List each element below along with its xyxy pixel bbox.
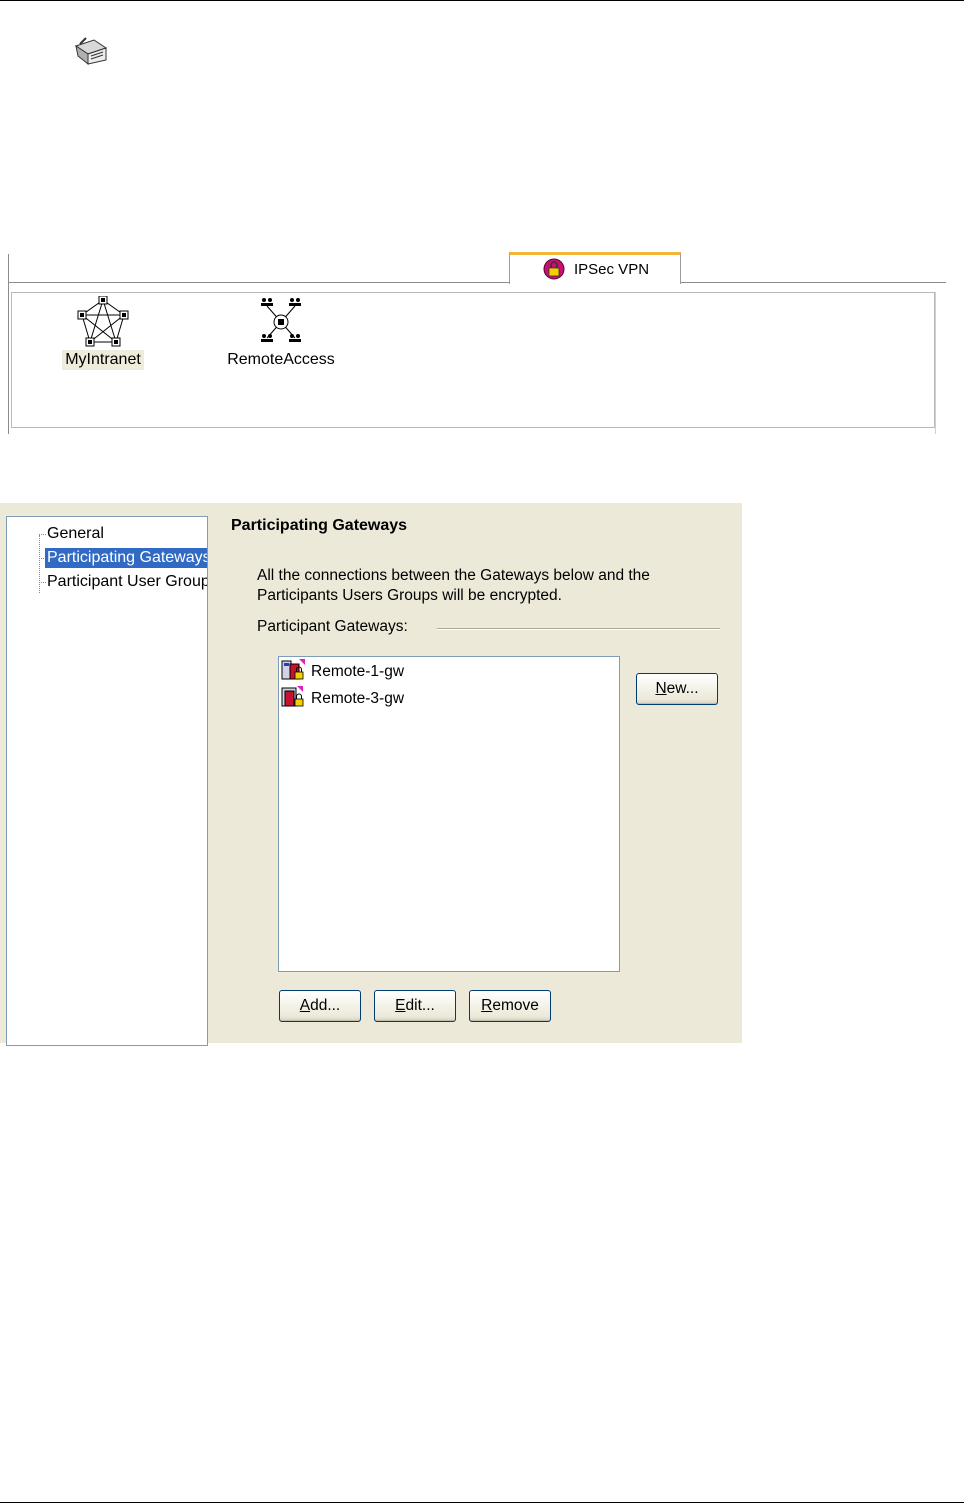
navigation-tree: General Participating Gateways Participa… (6, 516, 208, 1046)
lock-icon (543, 258, 565, 280)
community-label: RemoteAccess (227, 351, 335, 368)
note-icon (72, 36, 110, 66)
section-title: Participating Gateways (231, 517, 408, 534)
community-label: MyIntranet (62, 350, 144, 370)
mnemonic: N (655, 680, 667, 697)
gateway-name: Remote-3-gw (311, 690, 405, 707)
button-label: emove (492, 997, 539, 1014)
page-top-rule (0, 0, 964, 1)
mnemonic: E (395, 997, 406, 1014)
tree-item-participant-user-groups[interactable]: Participant User Groups (45, 572, 207, 592)
description-line: Participants Users Groups will be encryp… (257, 587, 562, 604)
add-button[interactable]: Add... (279, 990, 361, 1022)
button-label: ew... (666, 680, 699, 697)
tab-ipsec-vpn[interactable]: IPSec VPN (509, 252, 681, 284)
participant-gateways-label: Participant Gateways: (257, 618, 408, 635)
gateway-name: Remote-1-gw (311, 663, 405, 680)
button-label: dd... (310, 997, 341, 1014)
description-line: All the connections between the Gateways… (257, 567, 650, 584)
tab-strip-line (8, 282, 510, 283)
mesh-community-icon (58, 296, 148, 348)
tree-item-participating-gateways[interactable]: Participating Gateways (45, 548, 207, 568)
new-button[interactable]: New... (636, 673, 718, 705)
gateways-list[interactable]: Remote-1-gw Remote-3-gw (278, 656, 620, 972)
remote-access-community-icon (222, 296, 340, 348)
gateway-cluster-icon (281, 658, 311, 686)
communities-panel (11, 292, 935, 428)
list-item-remote-1-gw[interactable]: Remote-1-gw (281, 658, 405, 686)
list-item-remote-3-gw[interactable]: Remote-3-gw (281, 685, 405, 713)
community-myintranet[interactable]: MyIntranet (58, 296, 148, 370)
description: All the connections between the Gateways… (257, 566, 650, 606)
tab-label: IPSec VPN (574, 261, 650, 278)
communities-panel-edge (935, 292, 946, 434)
button-label: dit... (405, 997, 435, 1014)
group-separator (437, 628, 720, 630)
community-properties-dialog: General Participating Gateways Participa… (0, 503, 742, 1046)
tab-area-border (8, 254, 9, 434)
tab-strip-line-right (681, 282, 946, 283)
remove-button[interactable]: Remove (469, 990, 551, 1022)
mnemonic: A (299, 997, 311, 1014)
tree-connector (39, 535, 40, 593)
mnemonic: R (481, 997, 493, 1014)
tree-item-general[interactable]: General (45, 524, 106, 544)
community-remoteaccess[interactable]: RemoteAccess (222, 296, 340, 370)
gateway-icon (281, 685, 311, 713)
page-bottom-rule (0, 1502, 964, 1503)
edit-button[interactable]: Edit... (374, 990, 456, 1022)
